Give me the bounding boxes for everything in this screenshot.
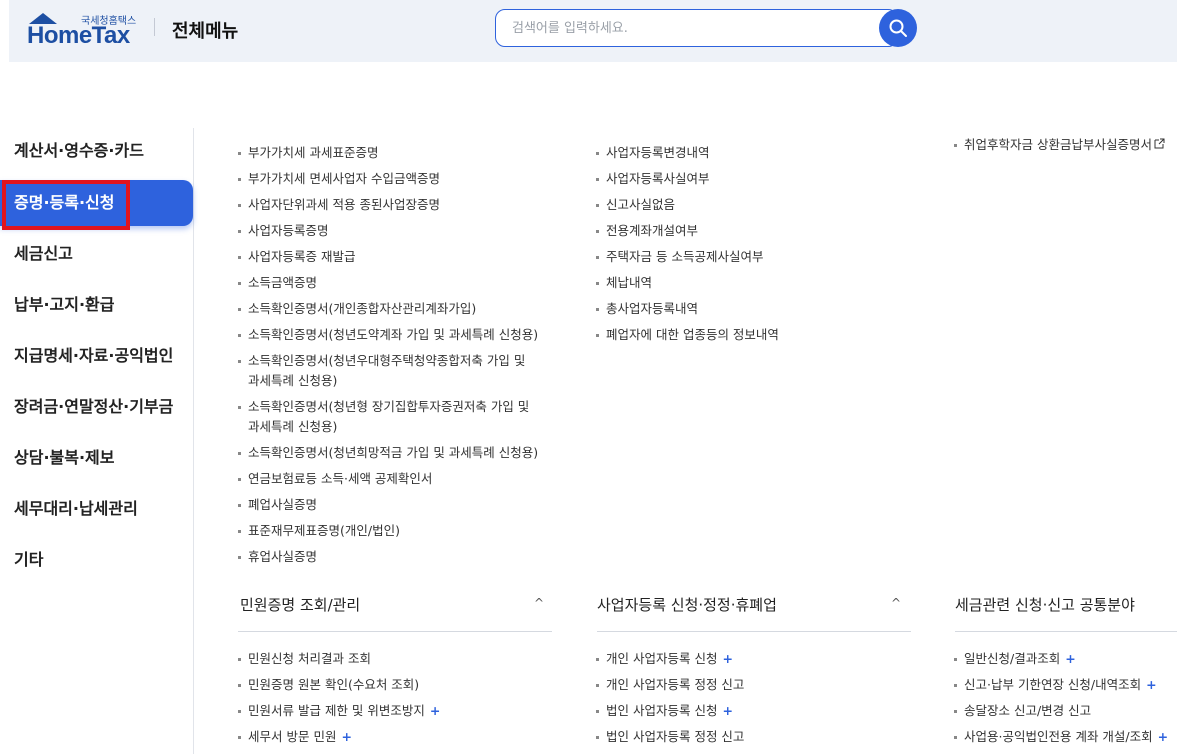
list-item[interactable]: 신고사실없음 (596, 196, 779, 222)
list-item[interactable]: 체납내역 (596, 274, 779, 300)
list-item-continuation[interactable]: 과세특례 신청용) (238, 418, 538, 444)
list-item[interactable]: 폐업사실증명 (238, 496, 538, 522)
list-item-label: 민원신청 처리결과 조회 (248, 651, 371, 666)
external-link-icon (1154, 138, 1165, 152)
sidebar-item-agent[interactable]: 세무대리·납세관리 (0, 486, 193, 532)
list-item[interactable]: 취업후학자금 상환금납부사실증명서 (954, 136, 1165, 162)
list-item-label: 민원증명 원본 확인(수요처 조회) (248, 677, 420, 692)
plus-icon[interactable]: + (1158, 729, 1168, 744)
list-item-label: 법인 사업자등록 신청 (606, 703, 718, 718)
sidebar-item-invoice[interactable]: 계산서·영수증·카드 (0, 128, 193, 174)
common-list: 일반신청/결과조회 + 신고·납부 기한연장 신청/내역조회 + 송달장소 신고/변… (954, 650, 1168, 754)
plus-icon[interactable]: + (722, 651, 732, 666)
list-item-label: 민원서류 발급 제한 및 위변조방지 (248, 703, 425, 718)
list-item-label: 법인 사업자등록 정정 신고 (606, 729, 745, 744)
logo-text: HomeTax (27, 22, 130, 49)
search-input[interactable] (512, 18, 872, 38)
certificate-list-col2: 사업자등록변경내역 사업자등록사실여부 신고사실없음 전용계좌개설여부 주택자금… (596, 144, 779, 352)
search-icon (889, 19, 907, 37)
list-item[interactable]: 소득금액증명 (238, 274, 538, 300)
list-item[interactable]: 송달장소 신고/변경 신고 (954, 702, 1168, 728)
business-list: 개인 사업자등록 신청 + 개인 사업자등록 정정 신고 법인 사업자등록 신청 +… (596, 650, 744, 754)
certificate-list-col3: 취업후학자금 상환금납부사실증명서 (954, 136, 1165, 162)
list-item[interactable]: 휴업사실증명 (238, 548, 538, 574)
list-item[interactable]: 신고·납부 기한연장 신청/내역조회 + (954, 676, 1168, 702)
list-item-label: 신고·납부 기한연장 신청/내역조회 (964, 677, 1142, 692)
list-item[interactable]: 소득확인증명서(청년희망적금 가입 및 과세특례 신청용) (238, 444, 538, 470)
list-item[interactable]: 폐업자에 대한 업종등의 정보내역 (596, 326, 779, 352)
list-item[interactable]: 소득확인증명서(청년우대형주택청약종합저축 가입 및 (238, 352, 538, 372)
sidebar-item-etc[interactable]: 기타 (0, 537, 193, 583)
list-item[interactable]: 민원증명 원본 확인(수요처 조회) (238, 676, 440, 702)
list-item[interactable]: 개인 사업자등록 정정 신고 (596, 676, 744, 702)
certificate-list-col1: 부가가치세 과세표준증명 부가가치세 면세사업자 수입금액증명 사업자단위과세 … (238, 144, 538, 574)
civil-list: 민원신청 처리결과 조회 민원증명 원본 확인(수요처 조회) 민원서류 발급 … (238, 650, 440, 754)
list-item-label: 일반신청/결과조회 (964, 651, 1061, 666)
list-item[interactable]: 세무서 방문 민원 + (238, 728, 440, 754)
section-title-civil: 민원증명 조회/관리 (240, 596, 361, 614)
list-item[interactable]: 부가가치세 면세사업자 수입금액증명 (238, 170, 538, 196)
sidebar-item-tax-filing[interactable]: 세금신고 (0, 231, 193, 277)
sidebar-item-incentives[interactable]: 장려금·연말정산·기부금 (0, 384, 193, 430)
list-item[interactable]: 사업자등록변경내역 (596, 144, 779, 170)
section-title-common: 세금관련 신청·신고 공통분야 (955, 596, 1135, 614)
plus-icon[interactable]: + (1065, 651, 1075, 666)
list-item[interactable]: 소득확인증명서(청년도약계좌 가입 및 과세특례 신청용) (238, 326, 538, 352)
list-item[interactable]: 사업자등록증 재발급 (238, 248, 538, 274)
list-item[interactable]: 사업자등록사실여부 (596, 170, 779, 196)
sidebar-item-consultation[interactable]: 상담·불복·제보 (0, 435, 193, 481)
list-item-label: 송달장소 신고/변경 신고 (964, 703, 1092, 718)
list-item-label: 사업용·공익법인전용 계좌 개설/조회 (964, 729, 1153, 744)
chevron-up-icon[interactable]: ^ (891, 596, 901, 610)
list-item[interactable]: 사업자등록증명 (238, 222, 538, 248)
sidebar-item-payment[interactable]: 납부·고지·환급 (0, 282, 193, 328)
list-item[interactable]: 부가가치세 과세표준증명 (238, 144, 538, 170)
page-title: 전체메뉴 (172, 21, 239, 42)
list-item[interactable]: 법인 사업자등록 정정 신고 (596, 728, 744, 754)
sidebar-item-statements[interactable]: 지급명세·자료·공익법인 (0, 333, 193, 379)
list-item[interactable]: 개인 사업자등록 신청 + (596, 650, 744, 676)
plus-icon[interactable]: + (1146, 677, 1156, 692)
list-item[interactable]: 민원서류 발급 제한 및 위변조방지 + (238, 702, 440, 728)
search-button[interactable] (879, 9, 917, 47)
section-divider (597, 631, 911, 632)
list-item-label: 개인 사업자등록 정정 신고 (606, 677, 745, 692)
header: 국세청홈택스 HomeTax 전체메뉴 (9, 0, 1177, 62)
list-item[interactable]: 민원신청 처리결과 조회 (238, 650, 440, 676)
header-divider (154, 18, 155, 36)
list-item[interactable]: 사업자단위과세 적용 종된사업장증명 (238, 196, 538, 222)
section-title-business: 사업자등록 신청·정정·휴폐업 (597, 596, 777, 614)
list-item[interactable]: 전용계좌개설여부 (596, 222, 779, 248)
search-box (495, 9, 898, 47)
chevron-up-icon[interactable]: ^ (534, 596, 544, 610)
list-item-label: 개인 사업자등록 신청 (606, 651, 718, 666)
list-item[interactable]: 소득확인증명서(개인종합자산관리계좌가입) (238, 300, 538, 326)
list-item[interactable]: 소득확인증명서(청년형 장기집합투자증권저축 가입 및 (238, 398, 538, 418)
sidebar-item-certificate[interactable]: 증명·등록·신청 (0, 180, 193, 226)
list-item[interactable]: 법인 사업자등록 신청 + (596, 702, 744, 728)
list-item[interactable]: 사업용·공익법인전용 계좌 개설/조회 + (954, 728, 1168, 754)
menu-content: 부가가치세 과세표준증명 부가가치세 면세사업자 수입금액증명 사업자단위과세 … (194, 120, 1177, 754)
hometax-logo[interactable]: 국세청홈택스 HomeTax (27, 10, 147, 50)
list-item[interactable]: 연금보험료등 소득·세액 공제확인서 (238, 470, 538, 496)
list-item-label: 세무서 방문 민원 (248, 729, 337, 744)
list-item[interactable]: 표준재무제표증명(개인/법인) (238, 522, 538, 548)
list-item[interactable]: 주택자금 등 소득공제사실여부 (596, 248, 779, 274)
plus-icon[interactable]: + (430, 703, 440, 718)
list-item[interactable]: 일반신청/결과조회 + (954, 650, 1168, 676)
plus-icon[interactable]: + (341, 729, 351, 744)
plus-icon[interactable]: + (722, 703, 732, 718)
sidebar: 계산서·영수증·카드 증명·등록·신청 세금신고 납부·고지·환급 지급명세·자… (0, 128, 194, 754)
list-item[interactable]: 총사업자등록내역 (596, 300, 779, 326)
section-divider (238, 631, 552, 632)
list-item-continuation[interactable]: 과세특례 신청용) (238, 372, 538, 398)
list-item-label: 취업후학자금 상환금납부사실증명서 (964, 137, 1152, 152)
section-divider (955, 631, 1177, 632)
